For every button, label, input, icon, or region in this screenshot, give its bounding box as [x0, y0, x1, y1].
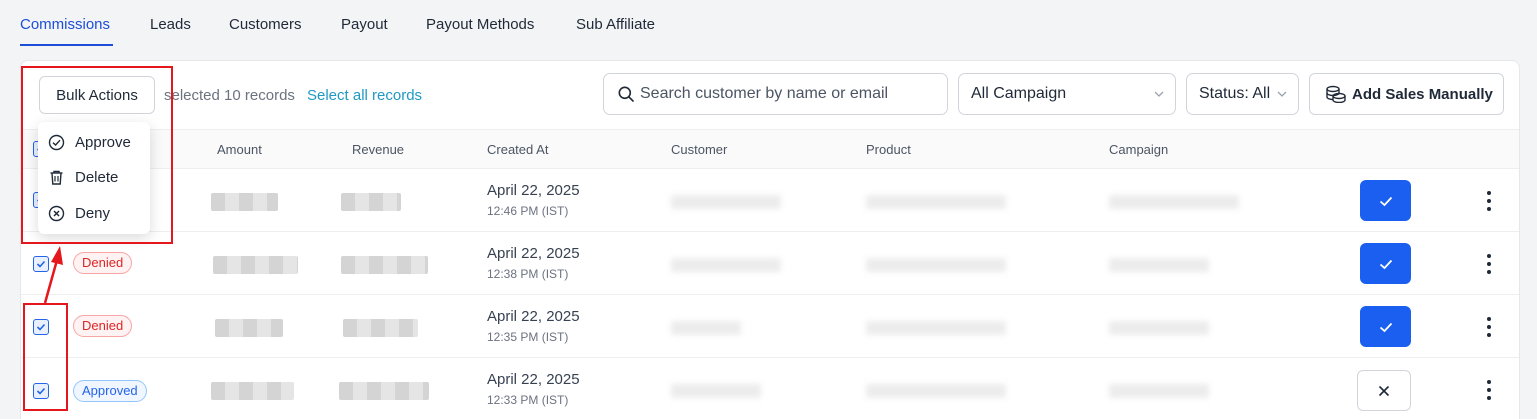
customer-redacted: [671, 321, 741, 335]
column-header-amount[interactable]: Amount: [217, 142, 262, 157]
search-icon: [618, 86, 634, 102]
add-sales-manually-button[interactable]: Add Sales Manually: [1309, 73, 1504, 115]
chevron-down-icon: [1277, 91, 1287, 97]
approve-button[interactable]: [1360, 306, 1411, 347]
status-badge: Approved: [73, 380, 147, 402]
menu-item-deny[interactable]: Deny: [48, 201, 110, 225]
menu-item-label: Approve: [75, 133, 131, 151]
created-time: 12:46 PM (IST): [487, 204, 569, 218]
status-badge: Denied: [73, 252, 133, 274]
more-options-icon[interactable]: [1481, 254, 1497, 274]
amount-redacted: [215, 319, 283, 337]
table-row: Approved April 22, 2025 12:33 PM (IST): [21, 358, 1519, 419]
campaign-redacted: [1109, 258, 1209, 272]
bulk-actions-button[interactable]: Bulk Actions: [39, 76, 155, 114]
product-redacted: [866, 321, 1006, 335]
check-icon: [36, 387, 46, 395]
customer-redacted: [671, 195, 781, 209]
more-options-icon[interactable]: [1481, 317, 1497, 337]
tab-payout[interactable]: Payout: [341, 16, 388, 33]
approve-button[interactable]: [1360, 243, 1411, 284]
customer-search[interactable]: [603, 73, 948, 115]
column-header-campaign[interactable]: Campaign: [1109, 142, 1168, 157]
add-sales-label: Add Sales Manually: [1352, 85, 1493, 103]
created-date: April 22, 2025: [487, 182, 580, 199]
tab-customers[interactable]: Customers: [229, 16, 302, 33]
check-icon: [1379, 259, 1392, 269]
revenue-redacted: [341, 256, 428, 274]
tab-bar: Commissions Leads Customers Payout Payou…: [0, 0, 1537, 48]
amount-redacted: [211, 382, 294, 400]
created-time: 12:38 PM (IST): [487, 267, 569, 281]
active-tab-indicator: [20, 44, 113, 46]
coins-icon: [1326, 85, 1346, 103]
column-header-product[interactable]: Product: [866, 142, 911, 157]
more-options-icon[interactable]: [1481, 380, 1497, 400]
menu-item-label: Deny: [75, 204, 111, 222]
tab-sub-affiliate[interactable]: Sub Affiliate: [576, 16, 655, 33]
revenue-redacted: [339, 382, 429, 400]
created-date: April 22, 2025: [487, 245, 580, 262]
product-redacted: [866, 258, 1006, 272]
tab-leads[interactable]: Leads: [150, 16, 191, 33]
campaign-select-value: All Campaign: [971, 85, 1067, 102]
column-header-customer[interactable]: Customer: [671, 142, 727, 157]
status-badge: Denied: [73, 315, 133, 337]
check-icon: [36, 323, 46, 331]
trash-icon: [50, 170, 63, 185]
more-options-icon[interactable]: [1481, 191, 1497, 211]
amount-redacted: [213, 256, 298, 274]
created-date: April 22, 2025: [487, 371, 580, 388]
menu-item-label: Delete: [75, 168, 119, 186]
check-icon: [36, 260, 46, 268]
menu-item-approve[interactable]: Approve: [48, 130, 131, 154]
check-icon: [1379, 196, 1392, 206]
x-circle-icon: [48, 205, 65, 221]
product-redacted: [866, 384, 1006, 398]
column-header-created-at[interactable]: Created At: [487, 142, 548, 157]
chevron-down-icon: [1154, 91, 1164, 97]
menu-item-delete[interactable]: Delete: [48, 165, 118, 189]
campaign-redacted: [1109, 321, 1209, 335]
created-time: 12:33 PM (IST): [487, 393, 569, 407]
tab-payout-methods[interactable]: Payout Methods: [426, 16, 534, 33]
row-checkbox[interactable]: [33, 383, 49, 399]
column-header-revenue[interactable]: Revenue: [352, 142, 404, 157]
revenue-redacted: [343, 319, 418, 337]
check-circle-icon: [48, 134, 65, 150]
created-date: April 22, 2025: [487, 308, 580, 325]
approve-button[interactable]: [1360, 180, 1411, 221]
status-select-value: Status: All: [1199, 85, 1271, 102]
search-input[interactable]: [640, 85, 940, 103]
created-time: 12:35 PM (IST): [487, 330, 569, 344]
campaign-redacted: [1109, 384, 1209, 398]
table-header: Amount Revenue Created At Customer Produ…: [21, 129, 1519, 169]
status-select[interactable]: Status: All: [1186, 73, 1299, 115]
campaign-redacted: [1109, 195, 1239, 209]
tab-commissions[interactable]: Commissions: [20, 16, 110, 33]
revenue-redacted: [341, 193, 401, 211]
customer-redacted: [671, 384, 761, 398]
campaign-select[interactable]: All Campaign: [958, 73, 1176, 115]
table-row: Denied April 22, 2025 12:38 PM (IST): [21, 232, 1519, 295]
table-row: Denied April 22, 2025 12:35 PM (IST): [21, 295, 1519, 358]
amount-redacted: [211, 193, 278, 211]
row-checkbox[interactable]: [33, 256, 49, 272]
product-redacted: [866, 195, 1006, 209]
check-icon: [1379, 322, 1392, 332]
customer-redacted: [671, 258, 781, 272]
close-icon: [1378, 385, 1390, 396]
deny-button[interactable]: [1357, 370, 1411, 411]
bulk-actions-menu: Approve Delete Deny: [38, 122, 150, 234]
row-checkbox[interactable]: [33, 319, 49, 335]
table-row: April 22, 2025 12:46 PM (IST): [21, 169, 1519, 232]
select-all-records-link[interactable]: Select all records: [307, 87, 422, 104]
selected-count-text: selected 10 records: [164, 87, 295, 104]
commissions-card: Bulk Actions selected 10 records Select …: [20, 60, 1520, 419]
